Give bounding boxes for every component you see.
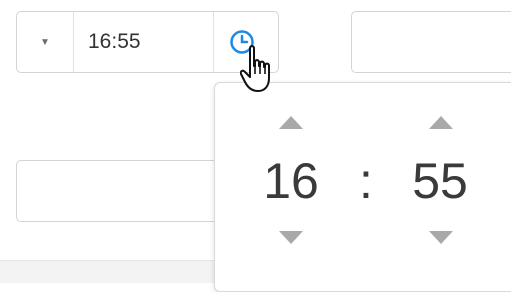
text-input-right[interactable] <box>351 11 511 73</box>
pointer-hand-cursor-icon <box>240 45 270 92</box>
time-input-value[interactable]: 16:55 <box>74 12 214 72</box>
hours-value[interactable]: 16 <box>256 153 326 209</box>
dropdown-toggle-button[interactable]: ▼ <box>17 12 74 72</box>
chevron-down-icon: ▼ <box>40 36 50 48</box>
hours-increment-button[interactable] <box>279 116 303 129</box>
time-picker-popup: 16 : 55 <box>214 82 511 292</box>
time-separator: : <box>359 153 373 209</box>
text-input-left[interactable] <box>16 160 246 222</box>
minutes-value[interactable]: 55 <box>405 153 475 209</box>
minutes-increment-button[interactable] <box>429 116 453 129</box>
time-input-text: 16:55 <box>88 30 141 53</box>
minutes-decrement-button[interactable] <box>429 231 453 244</box>
hours-decrement-button[interactable] <box>279 231 303 244</box>
